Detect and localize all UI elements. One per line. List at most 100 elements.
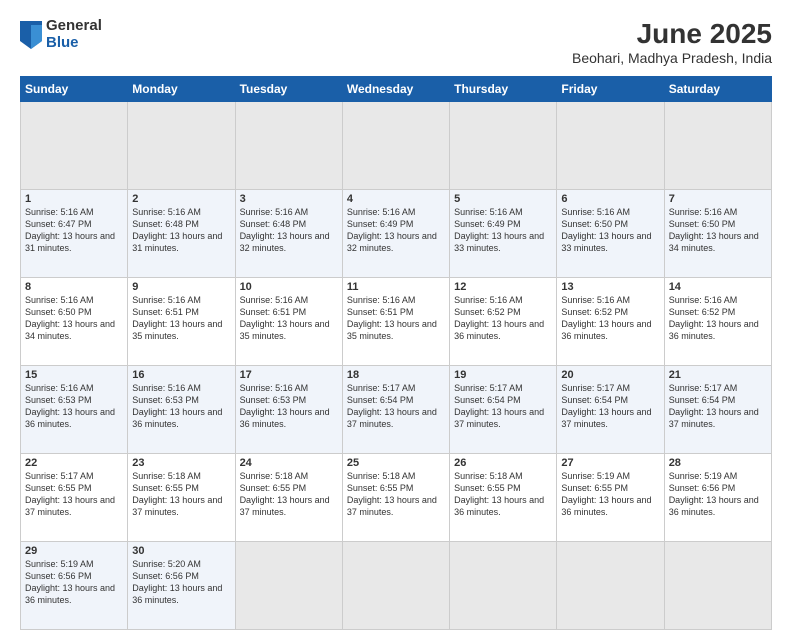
week-row-5: 22Sunrise: 5:17 AMSunset: 6:55 PMDayligh… [21, 454, 772, 542]
day-info: Sunrise: 5:16 AMSunset: 6:50 PMDaylight:… [669, 206, 767, 255]
day-cell [342, 542, 449, 630]
day-cell: 13Sunrise: 5:16 AMSunset: 6:52 PMDayligh… [557, 278, 664, 366]
day-info: Sunrise: 5:16 AMSunset: 6:48 PMDaylight:… [240, 206, 338, 255]
day-cell: 25Sunrise: 5:18 AMSunset: 6:55 PMDayligh… [342, 454, 449, 542]
col-wednesday: Wednesday [342, 77, 449, 102]
week-row-6: 29Sunrise: 5:19 AMSunset: 6:56 PMDayligh… [21, 542, 772, 630]
day-number: 19 [454, 369, 552, 381]
col-tuesday: Tuesday [235, 77, 342, 102]
day-cell: 28Sunrise: 5:19 AMSunset: 6:56 PMDayligh… [664, 454, 771, 542]
day-cell: 12Sunrise: 5:16 AMSunset: 6:52 PMDayligh… [450, 278, 557, 366]
day-number: 23 [132, 457, 230, 469]
day-number: 26 [454, 457, 552, 469]
day-info: Sunrise: 5:18 AMSunset: 6:55 PMDaylight:… [132, 470, 230, 519]
day-cell: 30Sunrise: 5:20 AMSunset: 6:56 PMDayligh… [128, 542, 235, 630]
day-info: Sunrise: 5:16 AMSunset: 6:49 PMDaylight:… [454, 206, 552, 255]
day-info: Sunrise: 5:16 AMSunset: 6:51 PMDaylight:… [240, 294, 338, 343]
day-cell: 8Sunrise: 5:16 AMSunset: 6:50 PMDaylight… [21, 278, 128, 366]
day-info: Sunrise: 5:17 AMSunset: 6:55 PMDaylight:… [25, 470, 123, 519]
day-number: 20 [561, 369, 659, 381]
day-info: Sunrise: 5:16 AMSunset: 6:53 PMDaylight:… [240, 382, 338, 431]
day-cell: 22Sunrise: 5:17 AMSunset: 6:55 PMDayligh… [21, 454, 128, 542]
calendar-subtitle: Beohari, Madhya Pradesh, India [572, 50, 772, 66]
day-info: Sunrise: 5:16 AMSunset: 6:53 PMDaylight:… [25, 382, 123, 431]
day-cell: 6Sunrise: 5:16 AMSunset: 6:50 PMDaylight… [557, 190, 664, 278]
day-info: Sunrise: 5:16 AMSunset: 6:50 PMDaylight:… [561, 206, 659, 255]
day-cell: 7Sunrise: 5:16 AMSunset: 6:50 PMDaylight… [664, 190, 771, 278]
title-block: June 2025 Beohari, Madhya Pradesh, India [572, 18, 772, 66]
day-cell: 23Sunrise: 5:18 AMSunset: 6:55 PMDayligh… [128, 454, 235, 542]
col-friday: Friday [557, 77, 664, 102]
day-cell: 26Sunrise: 5:18 AMSunset: 6:55 PMDayligh… [450, 454, 557, 542]
day-info: Sunrise: 5:16 AMSunset: 6:49 PMDaylight:… [347, 206, 445, 255]
day-cell: 21Sunrise: 5:17 AMSunset: 6:54 PMDayligh… [664, 366, 771, 454]
day-cell [342, 102, 449, 190]
day-cell: 19Sunrise: 5:17 AMSunset: 6:54 PMDayligh… [450, 366, 557, 454]
header: General Blue June 2025 Beohari, Madhya P… [20, 18, 772, 66]
day-info: Sunrise: 5:16 AMSunset: 6:52 PMDaylight:… [669, 294, 767, 343]
day-number: 12 [454, 281, 552, 293]
day-cell [21, 102, 128, 190]
day-number: 29 [25, 545, 123, 557]
day-number: 2 [132, 193, 230, 205]
day-info: Sunrise: 5:20 AMSunset: 6:56 PMDaylight:… [132, 558, 230, 607]
day-number: 13 [561, 281, 659, 293]
day-info: Sunrise: 5:19 AMSunset: 6:56 PMDaylight:… [25, 558, 123, 607]
day-number: 14 [669, 281, 767, 293]
day-info: Sunrise: 5:17 AMSunset: 6:54 PMDaylight:… [561, 382, 659, 431]
logo-blue: Blue [46, 35, 102, 52]
day-info: Sunrise: 5:16 AMSunset: 6:47 PMDaylight:… [25, 206, 123, 255]
day-info: Sunrise: 5:16 AMSunset: 6:52 PMDaylight:… [454, 294, 552, 343]
day-number: 7 [669, 193, 767, 205]
col-monday: Monday [128, 77, 235, 102]
day-number: 4 [347, 193, 445, 205]
week-row-4: 15Sunrise: 5:16 AMSunset: 6:53 PMDayligh… [21, 366, 772, 454]
col-thursday: Thursday [450, 77, 557, 102]
day-number: 25 [347, 457, 445, 469]
day-info: Sunrise: 5:16 AMSunset: 6:50 PMDaylight:… [25, 294, 123, 343]
day-info: Sunrise: 5:16 AMSunset: 6:48 PMDaylight:… [132, 206, 230, 255]
day-number: 1 [25, 193, 123, 205]
day-cell [128, 102, 235, 190]
logo-text: General Blue [46, 18, 102, 51]
day-cell: 16Sunrise: 5:16 AMSunset: 6:53 PMDayligh… [128, 366, 235, 454]
logo: General Blue [20, 18, 102, 51]
day-info: Sunrise: 5:17 AMSunset: 6:54 PMDaylight:… [347, 382, 445, 431]
day-number: 17 [240, 369, 338, 381]
col-sunday: Sunday [21, 77, 128, 102]
day-cell: 2Sunrise: 5:16 AMSunset: 6:48 PMDaylight… [128, 190, 235, 278]
day-cell: 15Sunrise: 5:16 AMSunset: 6:53 PMDayligh… [21, 366, 128, 454]
calendar-title: June 2025 [572, 18, 772, 50]
day-info: Sunrise: 5:18 AMSunset: 6:55 PMDaylight:… [240, 470, 338, 519]
day-cell: 5Sunrise: 5:16 AMSunset: 6:49 PMDaylight… [450, 190, 557, 278]
week-row-1 [21, 102, 772, 190]
col-saturday: Saturday [664, 77, 771, 102]
day-info: Sunrise: 5:17 AMSunset: 6:54 PMDaylight:… [454, 382, 552, 431]
day-number: 22 [25, 457, 123, 469]
day-number: 24 [240, 457, 338, 469]
day-number: 30 [132, 545, 230, 557]
day-cell: 18Sunrise: 5:17 AMSunset: 6:54 PMDayligh… [342, 366, 449, 454]
logo-general: General [46, 18, 102, 35]
day-number: 28 [669, 457, 767, 469]
day-cell: 24Sunrise: 5:18 AMSunset: 6:55 PMDayligh… [235, 454, 342, 542]
day-cell [664, 542, 771, 630]
day-number: 15 [25, 369, 123, 381]
page: General Blue June 2025 Beohari, Madhya P… [0, 0, 792, 612]
day-cell: 9Sunrise: 5:16 AMSunset: 6:51 PMDaylight… [128, 278, 235, 366]
day-cell: 20Sunrise: 5:17 AMSunset: 6:54 PMDayligh… [557, 366, 664, 454]
day-number: 8 [25, 281, 123, 293]
logo-icon [20, 21, 42, 49]
day-info: Sunrise: 5:18 AMSunset: 6:55 PMDaylight:… [347, 470, 445, 519]
day-number: 27 [561, 457, 659, 469]
day-info: Sunrise: 5:16 AMSunset: 6:51 PMDaylight:… [347, 294, 445, 343]
day-cell: 29Sunrise: 5:19 AMSunset: 6:56 PMDayligh… [21, 542, 128, 630]
day-number: 10 [240, 281, 338, 293]
day-number: 11 [347, 281, 445, 293]
day-cell [235, 542, 342, 630]
day-cell: 11Sunrise: 5:16 AMSunset: 6:51 PMDayligh… [342, 278, 449, 366]
header-row: Sunday Monday Tuesday Wednesday Thursday… [21, 77, 772, 102]
day-info: Sunrise: 5:18 AMSunset: 6:55 PMDaylight:… [454, 470, 552, 519]
day-number: 5 [454, 193, 552, 205]
day-cell: 10Sunrise: 5:16 AMSunset: 6:51 PMDayligh… [235, 278, 342, 366]
